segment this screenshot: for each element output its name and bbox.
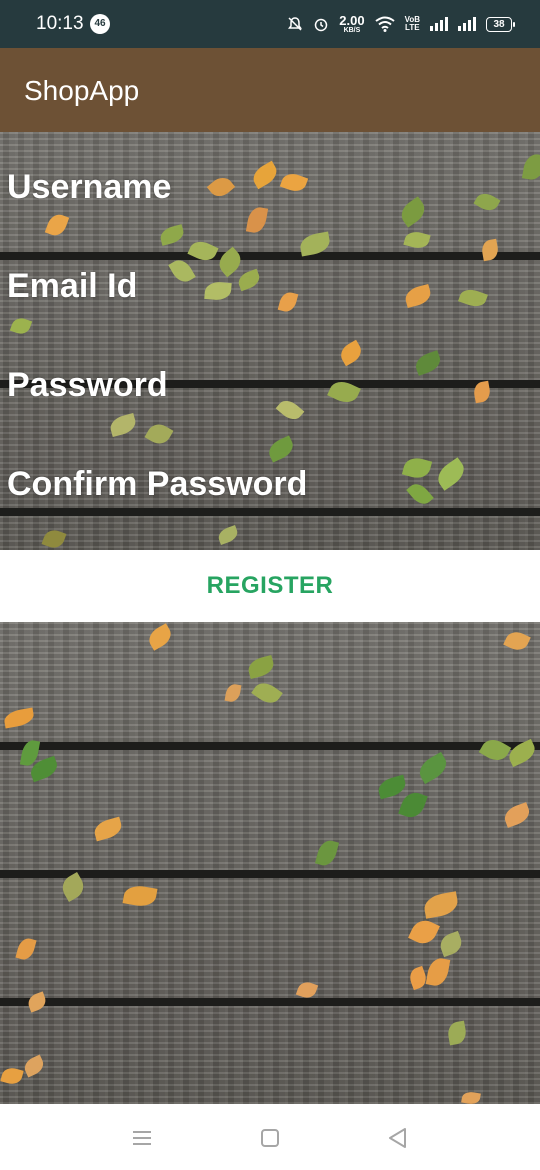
wifi-icon: [374, 16, 395, 32]
signal-bars-icon-2: [458, 17, 476, 31]
leaf-decoration: [298, 231, 332, 257]
leaf-decoration: [168, 256, 196, 286]
username-label: Username: [7, 168, 172, 206]
leaf-decoration: [249, 160, 281, 190]
leaf-decoration: [376, 774, 408, 800]
leaf-decoration: [57, 871, 89, 903]
leaf-decoration: [245, 205, 269, 235]
leaf-decoration: [403, 229, 431, 251]
status-time: 10:13: [36, 13, 84, 34]
leaf-decoration: [224, 682, 242, 704]
leaf-decoration: [314, 838, 340, 868]
leaf-decoration: [251, 678, 283, 708]
leaf-decoration: [505, 738, 539, 768]
leaf-decoration: [407, 965, 429, 991]
leaf-decoration: [216, 525, 240, 545]
leaf-decoration: [25, 991, 49, 1013]
leaf-decoration: [396, 196, 430, 228]
leaf-decoration: [336, 339, 366, 367]
battery-level: 38: [493, 18, 505, 30]
leaf-decoration: [158, 224, 186, 246]
leaf-decoration: [122, 883, 158, 909]
leaf-decoration: [214, 246, 246, 278]
password-label: Password: [7, 366, 168, 404]
leaf-decoration: [501, 802, 533, 828]
leaf-decoration: [473, 189, 501, 215]
mute-bell-icon: [288, 17, 303, 31]
leaf-decoration: [246, 654, 276, 680]
email-label: Email Id: [7, 267, 138, 305]
network-speed-value: 2.00: [339, 13, 365, 28]
leaf-decoration: [480, 238, 500, 262]
volte-indicator: VoB LTE: [405, 16, 420, 32]
leaf-decoration: [265, 435, 297, 463]
leaf-decoration: [9, 315, 33, 337]
leaf-decoration: [108, 412, 138, 438]
leaf-decoration: [478, 734, 512, 766]
leaf-decoration: [472, 380, 492, 404]
leaf-decoration: [461, 1090, 481, 1104]
leaf-decoration: [41, 527, 67, 550]
leaf-decoration: [432, 457, 470, 491]
leaf-decoration: [408, 916, 440, 948]
leaf-decoration: [415, 751, 451, 785]
leaf-decoration: [503, 628, 531, 654]
app-bar: ShopApp: [0, 48, 540, 132]
leaf-decoration: [2, 707, 36, 729]
confirm-password-label: Confirm Password: [7, 465, 308, 503]
network-speed-unit: KB/S: [343, 27, 361, 34]
leaf-decoration: [412, 350, 444, 376]
leaf-decoration: [0, 1065, 24, 1087]
leaf-decoration: [406, 479, 434, 509]
volte-line2: LTE: [405, 23, 420, 32]
leaf-decoration: [92, 816, 124, 842]
signal-bars-icon: [430, 17, 448, 31]
background-image: [0, 622, 540, 1104]
leaf-decoration: [144, 419, 174, 449]
leaf-decoration: [437, 930, 465, 958]
status-bar: 10:13 46 2.00 KB/S VoB LTE 38: [0, 0, 540, 48]
system-navigation-bar: [0, 1104, 540, 1170]
leaf-decoration: [521, 152, 540, 182]
leaf-decoration: [401, 454, 433, 482]
register-button-container: REGISTER: [0, 550, 540, 622]
app-title: ShopApp: [24, 75, 140, 106]
leaf-decoration: [15, 936, 37, 962]
leaf-decoration: [295, 979, 319, 1001]
network-speed: 2.00 KB/S: [339, 14, 364, 34]
leaf-decoration: [279, 170, 309, 195]
leaf-decoration: [425, 956, 451, 988]
leaf-decoration: [327, 377, 361, 407]
register-button[interactable]: REGISTER: [0, 550, 540, 622]
leaf-decoration: [187, 237, 219, 265]
battery-icon: 38: [486, 16, 515, 32]
leaf-decoration: [398, 789, 428, 821]
status-icons: 2.00 KB/S VoB LTE 38: [287, 10, 515, 38]
leaf-decoration: [458, 286, 488, 310]
leaf-decoration: [21, 1054, 47, 1078]
leaf-decoration: [145, 623, 175, 651]
home-icon[interactable]: [258, 1126, 282, 1150]
alarm-icon: [315, 18, 328, 32]
notification-count-badge: 46: [90, 14, 110, 34]
back-icon[interactable]: [386, 1126, 410, 1150]
leaf-decoration: [422, 891, 460, 919]
leaf-decoration: [204, 280, 232, 302]
leaf-decoration: [403, 283, 433, 309]
leaf-decoration: [277, 290, 299, 314]
leaf-decoration: [446, 1020, 468, 1046]
leaf-decoration: [206, 173, 236, 201]
leaf-decoration: [275, 396, 305, 424]
leaf-decoration: [44, 211, 70, 239]
leaf-decoration: [235, 268, 263, 292]
menu-icon[interactable]: [130, 1126, 154, 1150]
